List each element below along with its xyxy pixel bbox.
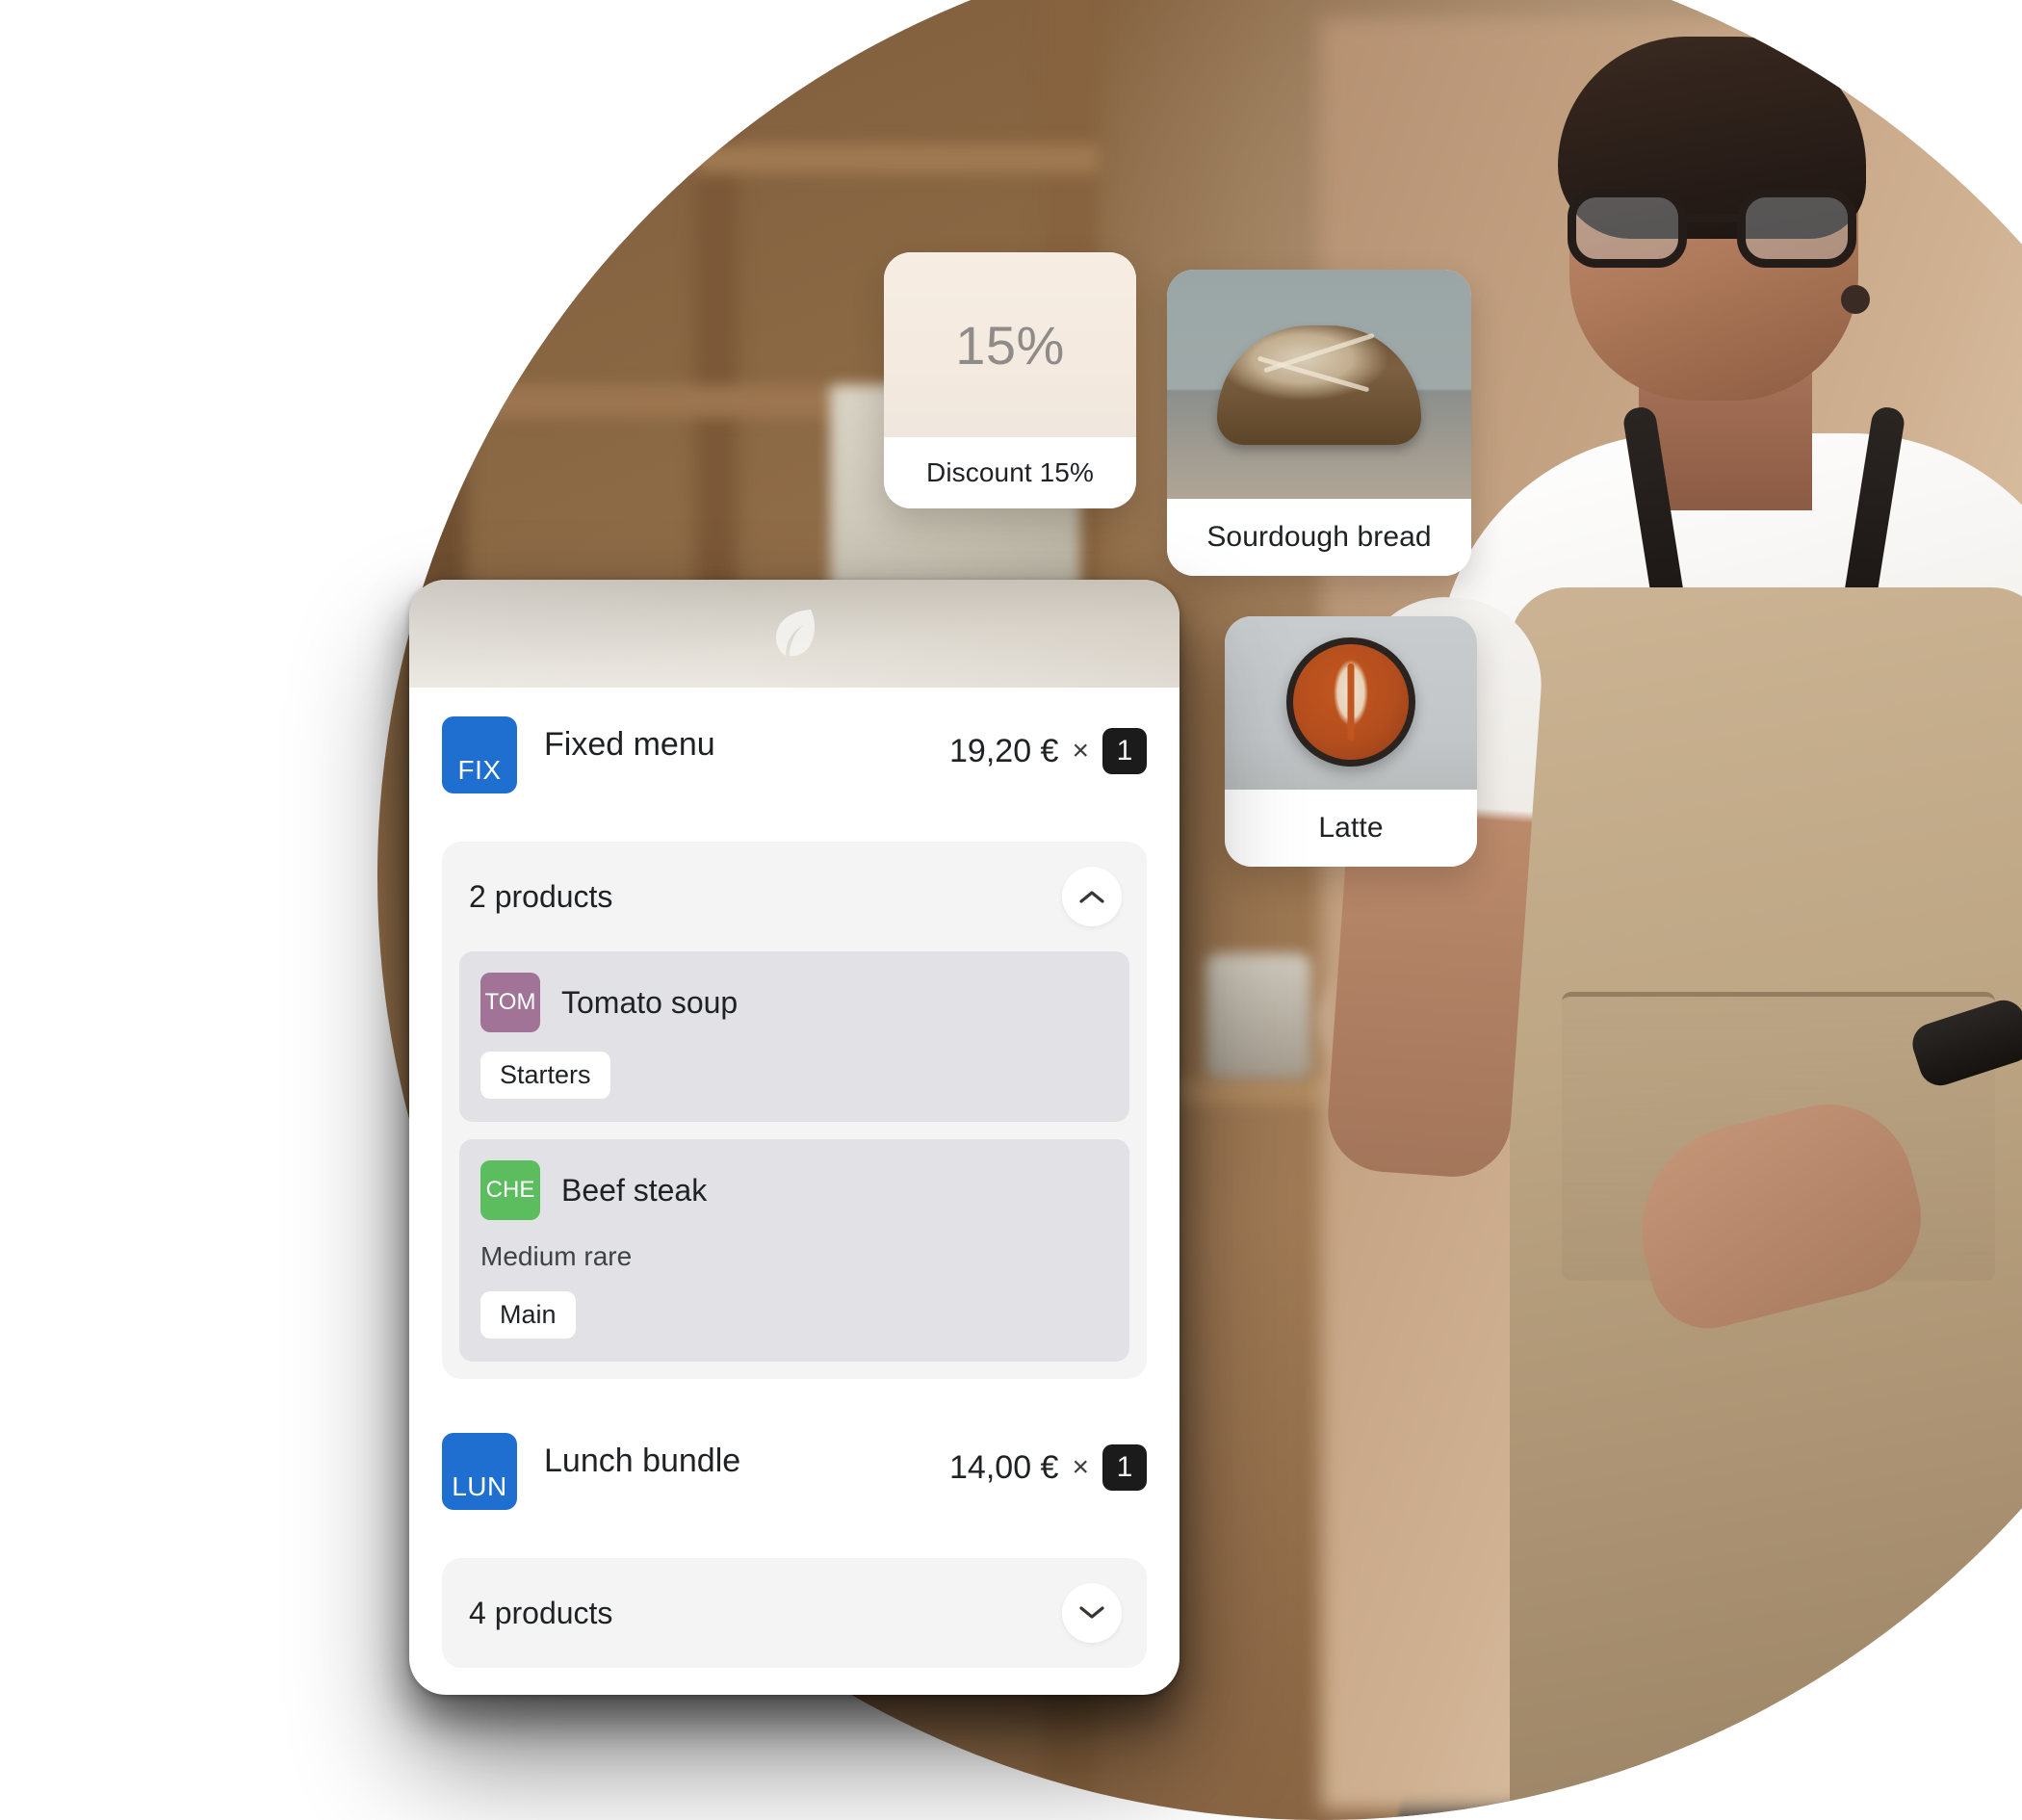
chevron-down-icon: [1079, 1606, 1104, 1620]
shelf-board: [695, 144, 1100, 173]
discount-tile-media: 15%: [884, 252, 1136, 437]
bundle-sku-badge: FIX: [442, 716, 517, 793]
bundle-quantity-badge[interactable]: 1: [1102, 728, 1147, 774]
latte-tile[interactable]: Latte: [1225, 616, 1477, 867]
barista-glasses: [1568, 189, 1856, 268]
product-header: CHE Beef steak: [480, 1160, 1108, 1220]
accordion-summary: 4 products: [469, 1595, 613, 1630]
bundle-row[interactable]: LUN Lunch bundle 14,00 € × 1: [409, 1404, 1180, 1537]
bread-photo: [1167, 270, 1471, 499]
glasses-lens-left: [1568, 189, 1687, 268]
product-item[interactable]: CHE Beef steak Medium rare Main: [459, 1139, 1129, 1362]
products-accordion-collapsed: 4 products: [442, 1558, 1147, 1668]
sourdough-bread-tile[interactable]: Sourdough bread: [1167, 270, 1471, 576]
product-item[interactable]: TOM Tomato soup Starters: [459, 951, 1129, 1122]
latte-photo: [1225, 616, 1477, 790]
bundle-price: 14,00 €: [949, 1448, 1059, 1486]
ceramic-vessel: [1205, 953, 1311, 1079]
product-name: Beef steak: [561, 1172, 708, 1208]
discount-tile[interactable]: 15% Discount 15%: [884, 252, 1136, 508]
product-name: Tomato soup: [561, 984, 739, 1020]
glasses-bridge: [1687, 214, 1739, 222]
bundle-price-group: 19,20 € × 1: [949, 716, 1147, 774]
latte-cup: [1286, 637, 1415, 767]
latte-art-leaf: [1326, 656, 1376, 748]
discount-percent-value: 15%: [955, 314, 1065, 376]
card-header: [409, 580, 1180, 688]
bundle-row[interactable]: FIX Fixed menu 19,20 € × 1: [409, 688, 1180, 820]
latte-crema: [1293, 644, 1409, 760]
latte-tile-label: Latte: [1225, 790, 1477, 867]
barista-earring: [1841, 285, 1870, 314]
card-body: FIX Fixed menu 19,20 € × 1 2 products TO…: [409, 688, 1180, 1691]
bundle-price-group: 14,00 € × 1: [949, 1433, 1147, 1491]
bundle-quantity-badge[interactable]: 1: [1102, 1444, 1147, 1491]
accordion-expand-button[interactable]: [1062, 1583, 1122, 1643]
product-course-chip: Main: [480, 1291, 576, 1339]
multiply-symbol: ×: [1072, 1451, 1089, 1483]
bundle-sku-badge: LUN: [442, 1433, 517, 1510]
discount-tile-label: Discount 15%: [884, 437, 1136, 508]
product-note: Medium rare: [480, 1241, 633, 1271]
bread-score-mark: [1257, 355, 1370, 393]
glasses-lens-right: [1737, 189, 1856, 268]
accordion-collapse-button[interactable]: [1062, 867, 1122, 926]
products-accordion-expanded: 2 products TOM Tomato soup Starters CHE …: [442, 842, 1147, 1379]
product-header: TOM Tomato soup: [480, 973, 1108, 1032]
product-sku-badge: CHE: [480, 1160, 540, 1220]
accordion-header[interactable]: 4 products: [442, 1558, 1147, 1668]
leaf-icon: [772, 608, 817, 660]
screenshot-stage: 15% Discount 15% Sourdough bread Latte F…: [0, 0, 2022, 1820]
product-course-chip: Starters: [480, 1052, 610, 1099]
bread-loaf: [1217, 325, 1421, 445]
accordion-summary: 2 products: [469, 878, 613, 914]
bread-tile-label: Sourdough bread: [1167, 499, 1471, 576]
chevron-up-icon: [1079, 890, 1104, 903]
order-summary-card: FIX Fixed menu 19,20 € × 1 2 products TO…: [409, 580, 1180, 1695]
bundle-price: 19,20 €: [949, 732, 1059, 769]
product-sku-badge: TOM: [480, 973, 540, 1032]
accordion-header[interactable]: 2 products: [442, 842, 1147, 951]
multiply-symbol: ×: [1072, 735, 1089, 767]
bundle-name: Lunch bundle: [544, 1443, 741, 1479]
bundle-name: Fixed menu: [544, 726, 715, 763]
